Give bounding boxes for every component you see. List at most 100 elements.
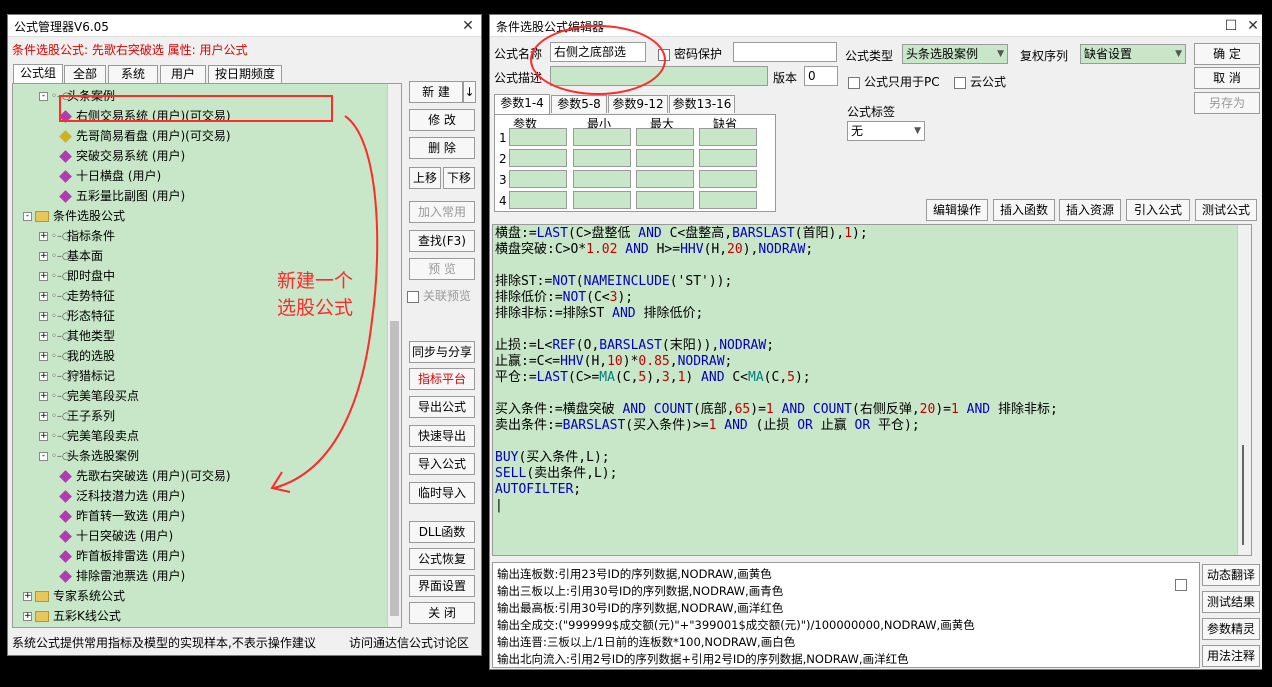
param-wizard-button[interactable]: 参数精灵 xyxy=(1202,618,1260,640)
expand-icon[interactable]: + xyxy=(39,372,48,381)
tree-item[interactable]: + ◦–○基本面 xyxy=(39,246,103,266)
tree-item[interactable]: 先哥简易看盘 (用户)(可交易) xyxy=(59,126,231,146)
param-cell[interactable] xyxy=(636,128,694,146)
expand-icon[interactable]: + xyxy=(39,432,48,441)
find-button[interactable]: 查找(F3) xyxy=(409,230,475,252)
formula-type-select[interactable]: 头条选股案例 ▼ xyxy=(902,44,1008,64)
param-cell[interactable] xyxy=(699,170,757,188)
tab-params-1-4[interactable]: 参数1-4 xyxy=(494,94,550,114)
pc-only-box[interactable] xyxy=(848,76,860,89)
code-scrollbar[interactable] xyxy=(1237,225,1251,555)
expand-icon[interactable]: + xyxy=(39,232,48,241)
tree-item[interactable]: + ◦–○王子系列 xyxy=(39,406,115,426)
tree-item[interactable]: 突破交易系统 (用户) xyxy=(59,146,185,166)
tree-item[interactable]: + ◦–○完美笔段买点 xyxy=(39,386,139,406)
param-cell[interactable] xyxy=(573,170,631,188)
scroll-thumb[interactable] xyxy=(390,321,399,616)
password-checkbox[interactable]: 密码保护 xyxy=(658,45,722,62)
param-cell[interactable] xyxy=(699,149,757,167)
param-cell[interactable] xyxy=(699,191,757,209)
close-button[interactable]: 关 闭 xyxy=(409,602,475,624)
cloud-box[interactable] xyxy=(954,76,966,89)
code-editor[interactable]: 横盘:=LAST(C>盘整低 AND C<盘整高,BARSLAST(首阳),1)… xyxy=(492,224,1252,556)
tree-item[interactable]: + ◦–○走势特征 xyxy=(39,286,115,306)
expand-icon[interactable]: + xyxy=(39,272,48,281)
password-input[interactable] xyxy=(733,42,837,62)
maximize-icon[interactable]: ☐ xyxy=(1222,17,1240,35)
param-cell[interactable] xyxy=(573,191,631,209)
tree-item[interactable]: 昨首板排雷选 (用户) xyxy=(59,546,185,566)
code-content[interactable]: 横盘:=LAST(C>盘整低 AND C<盘整高,BARSLAST(首阳),1)… xyxy=(495,226,1058,514)
param-cell[interactable] xyxy=(509,128,567,146)
insert-resource-button[interactable]: 插入资源 xyxy=(1059,199,1121,221)
indicator-platform-button[interactable]: 指标平台 xyxy=(409,368,475,390)
collapse-icon[interactable]: - xyxy=(39,452,48,461)
tab-params-13-16[interactable]: 参数13-16 xyxy=(669,95,735,113)
chevron-down-icon[interactable]: ▼ xyxy=(914,122,921,140)
add-common-button[interactable]: 加入常用 xyxy=(409,201,475,223)
code-scroll-thumb[interactable] xyxy=(1242,445,1244,545)
param-cell[interactable] xyxy=(636,191,694,209)
sync-share-button[interactable]: 同步与分享 xyxy=(409,341,475,363)
formula-restore-button[interactable]: 公式恢复 xyxy=(409,548,475,570)
tree-item[interactable]: + ◦–○我的选股 xyxy=(39,346,115,366)
param-cell[interactable] xyxy=(699,128,757,146)
close-icon[interactable]: ✕ xyxy=(459,17,477,35)
test-formula-button[interactable]: 测试公式 xyxy=(1195,199,1257,221)
cancel-button[interactable]: 取 消 xyxy=(1194,67,1260,89)
output-checkbox[interactable] xyxy=(1175,579,1187,591)
tree-item[interactable]: - ◦–○头条选股案例 xyxy=(39,446,139,466)
expand-icon[interactable]: + xyxy=(39,352,48,361)
tab-system[interactable]: 系统 xyxy=(108,65,158,83)
param-cell[interactable] xyxy=(573,128,631,146)
expand-icon[interactable]: + xyxy=(39,252,48,261)
import-formula-button[interactable]: 引入公式 xyxy=(1126,199,1190,221)
tree-item[interactable]: + ◦–○其他类型 xyxy=(39,326,115,346)
tree-item[interactable]: + 专家系统公式 xyxy=(23,586,125,606)
param-cell[interactable] xyxy=(573,149,631,167)
link-preview-box[interactable] xyxy=(407,290,419,303)
move-up-button[interactable]: 上移 xyxy=(409,167,441,189)
tree-item[interactable]: + 五彩K线公式 xyxy=(23,606,121,626)
tree-item[interactable]: 泛科技潜力选 (用户) xyxy=(59,486,185,506)
dynamic-translate-button[interactable]: 动态翻译 xyxy=(1202,564,1260,586)
test-results-button[interactable]: 测试结果 xyxy=(1202,591,1260,613)
tree-item[interactable]: 十日突破选 (用户) xyxy=(59,526,173,546)
tree-item[interactable]: 五彩量比副图 (用户) xyxy=(59,186,185,206)
param-cell[interactable] xyxy=(509,191,567,209)
chevron-down-icon[interactable]: ▼ xyxy=(1175,45,1182,63)
tree-item[interactable]: - 条件选股公式 xyxy=(23,206,125,226)
insert-function-button[interactable]: 插入函数 xyxy=(993,199,1055,221)
tab-all[interactable]: 全部 xyxy=(64,65,106,83)
expand-icon[interactable]: + xyxy=(39,292,48,301)
dll-functions-button[interactable]: DLL函数 xyxy=(409,521,475,543)
tab-user[interactable]: 用户 xyxy=(160,65,206,83)
tab-formula-group[interactable]: 公式组 xyxy=(13,64,63,84)
tree-item[interactable]: + ◦–○形态特征 xyxy=(39,306,115,326)
save-as-button[interactable]: 另存为 xyxy=(1194,92,1260,114)
tree-item[interactable]: + ◦–○完美笔段卖点 xyxy=(39,426,139,446)
tab-params-9-12[interactable]: 参数9-12 xyxy=(608,95,668,113)
param-cell[interactable] xyxy=(509,149,567,167)
tab-params-5-8[interactable]: 参数5-8 xyxy=(551,95,607,113)
param-cell[interactable] xyxy=(509,170,567,188)
import-formula-button[interactable]: 导入公式 xyxy=(409,453,475,475)
edit-button[interactable]: 修 改 xyxy=(409,109,475,131)
chevron-down-icon[interactable]: ▼ xyxy=(997,45,1004,63)
expand-icon[interactable]: + xyxy=(39,412,48,421)
version-input[interactable]: 0 xyxy=(804,66,838,86)
expand-icon[interactable]: - xyxy=(39,92,48,101)
tree-item[interactable]: 排除雷池票选 (用户) xyxy=(59,566,185,586)
tree-item[interactable]: + ◦–○即时盘中 xyxy=(39,266,115,286)
edit-ops-button[interactable]: 编辑操作 xyxy=(926,199,988,221)
new-button[interactable]: 新 建 xyxy=(409,81,463,103)
expand-icon[interactable]: + xyxy=(39,332,48,341)
new-dropdown-button[interactable]: ↓ xyxy=(463,81,476,103)
close-icon[interactable]: ✕ xyxy=(1244,17,1262,35)
move-down-button[interactable]: 下移 xyxy=(443,167,475,189)
usage-notes-button[interactable]: 用法注释 xyxy=(1202,645,1260,667)
export-formula-button[interactable]: 导出公式 xyxy=(409,396,475,418)
forum-link[interactable]: 访问通达信公式讨论区 xyxy=(349,634,469,651)
pc-only-checkbox[interactable]: 公式只用于PC xyxy=(848,73,940,90)
expand-icon[interactable]: - xyxy=(23,212,32,221)
